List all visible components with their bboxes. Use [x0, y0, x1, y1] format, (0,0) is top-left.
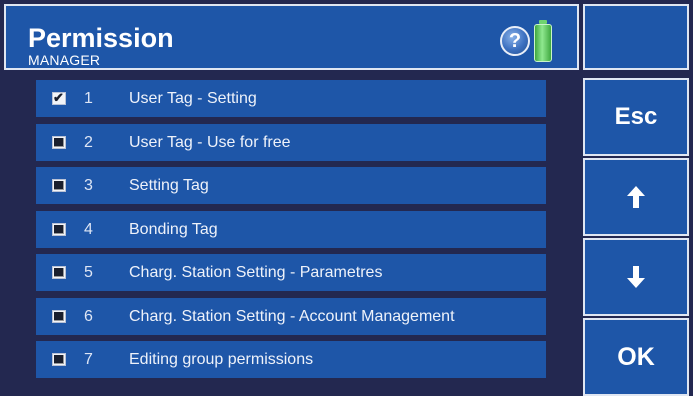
permission-row[interactable]: 3 Setting Tag: [36, 167, 546, 204]
permission-label: User Tag - Use for free: [129, 134, 291, 151]
permission-number: 4: [84, 221, 93, 238]
scroll-down-button[interactable]: [583, 238, 689, 316]
battery-icon: [534, 20, 552, 62]
permission-checkbox[interactable]: [52, 136, 66, 149]
permission-row[interactable]: 2 User Tag - Use for free: [36, 124, 546, 161]
permission-checkbox[interactable]: ✔: [52, 90, 66, 105]
battery-body: [534, 24, 552, 62]
permission-number: 3: [84, 177, 93, 194]
permission-number: 5: [84, 264, 93, 281]
permission-checkbox[interactable]: [52, 179, 66, 192]
permission-row[interactable]: 5 Charg. Station Setting - Parametres: [36, 254, 546, 291]
permission-row[interactable]: 4 Bonding Tag: [36, 211, 546, 248]
scroll-up-button[interactable]: [583, 158, 689, 236]
permission-number: 7: [84, 351, 93, 368]
permission-label: Setting Tag: [129, 177, 209, 194]
permission-label: Editing group permissions: [129, 351, 314, 368]
permission-row[interactable]: 7 Editing group permissions: [36, 341, 546, 378]
permission-checkbox[interactable]: [52, 353, 66, 366]
permission-number: 6: [84, 308, 93, 325]
page-subtitle: MANAGER: [28, 52, 101, 68]
permission-number: 1: [84, 90, 93, 107]
permission-label: Charg. Station Setting - Account Managem…: [129, 308, 455, 325]
arrow-down-icon: [627, 266, 645, 288]
check-mark-icon: ✔: [53, 90, 64, 105]
esc-button[interactable]: Esc: [583, 78, 689, 156]
screen: Permission MANAGER ? Esc OK ✔ 1 User Tag…: [0, 0, 693, 396]
help-icon[interactable]: ?: [500, 26, 530, 56]
permission-checkbox[interactable]: [52, 266, 66, 279]
header-panel: Permission MANAGER ?: [4, 4, 579, 70]
page-title: Permission: [28, 23, 174, 53]
arrow-up-icon: [627, 186, 645, 208]
permission-label: Bonding Tag: [129, 221, 218, 238]
permission-row[interactable]: ✔ 1 User Tag - Setting: [36, 80, 546, 117]
permission-row[interactable]: 6 Charg. Station Setting - Account Manag…: [36, 298, 546, 335]
permission-label: User Tag - Setting: [129, 90, 257, 107]
permission-label: Charg. Station Setting - Parametres: [129, 264, 383, 281]
permission-number: 2: [84, 134, 93, 151]
permission-checkbox[interactable]: [52, 310, 66, 323]
side-top-panel: [583, 4, 689, 70]
permission-checkbox[interactable]: [52, 223, 66, 236]
ok-button[interactable]: OK: [583, 318, 689, 396]
